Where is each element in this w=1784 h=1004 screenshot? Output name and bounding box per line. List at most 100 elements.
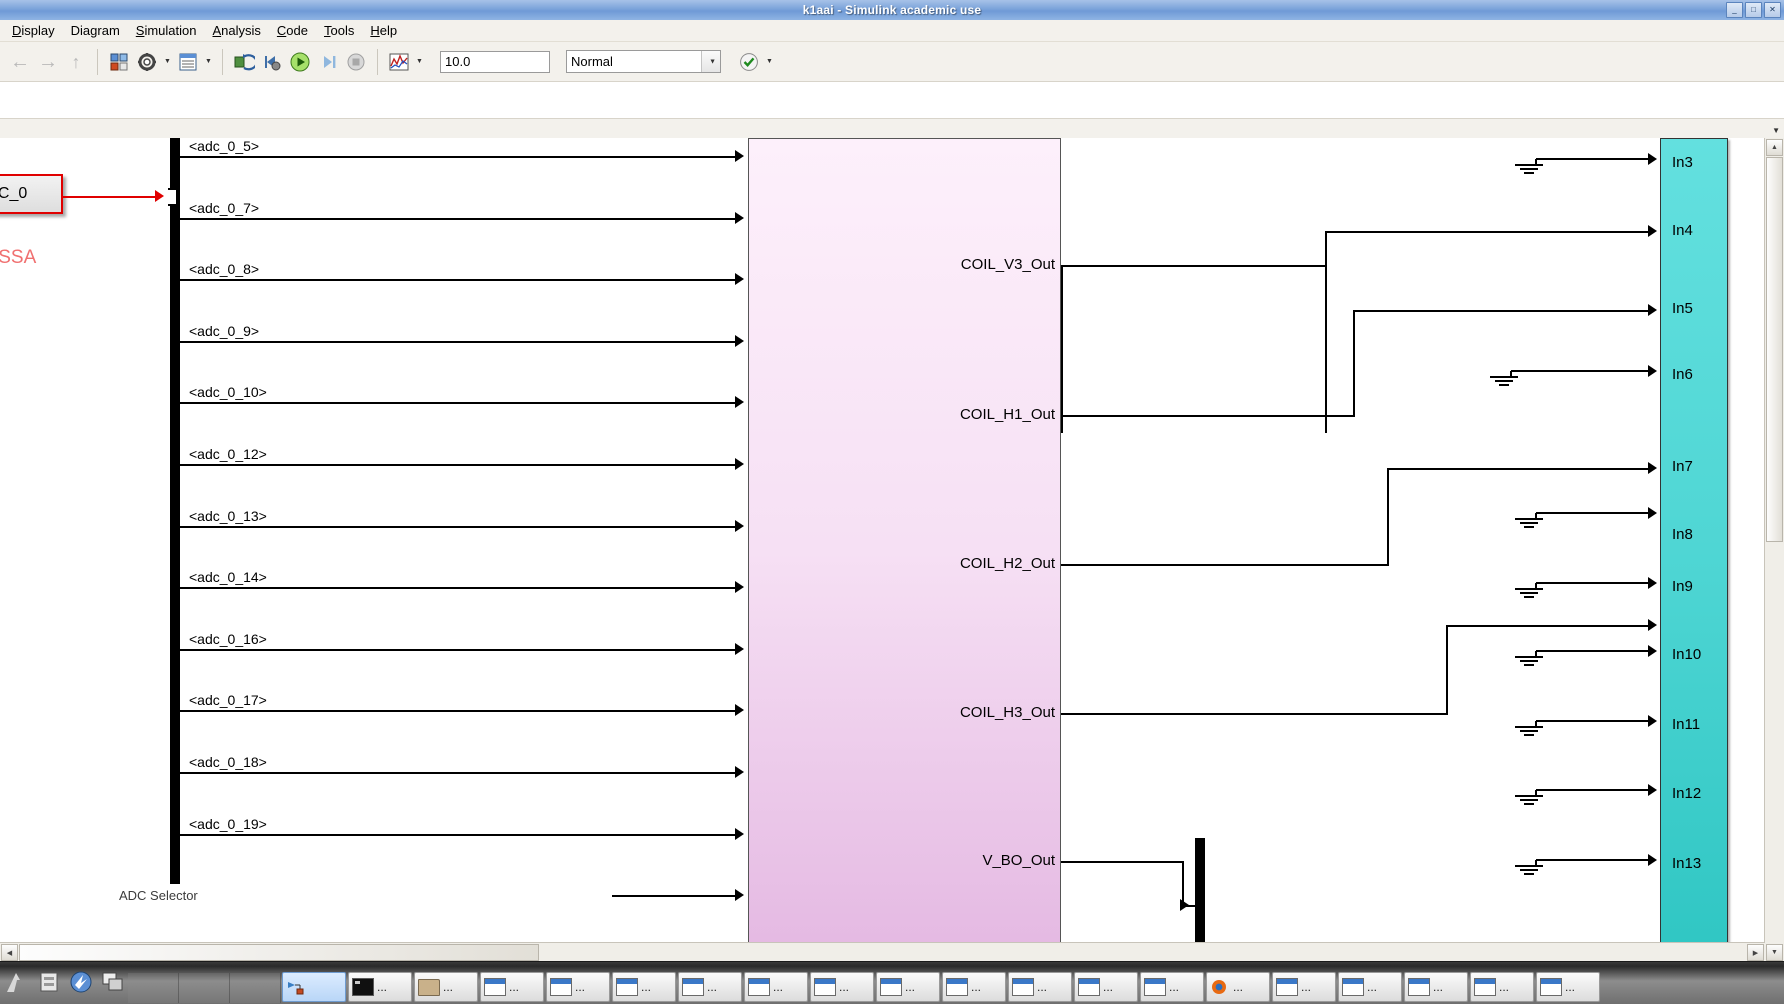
taskbar-item[interactable]: ... xyxy=(612,972,676,1002)
coil-h2-wire-to-in7[interactable] xyxy=(1387,468,1652,470)
close-button[interactable]: ✕ xyxy=(1764,2,1781,18)
taskbar-item[interactable]: ... xyxy=(1008,972,1072,1002)
simulation-data-inspector-icon[interactable] xyxy=(385,48,413,76)
web-browser-icon[interactable] xyxy=(66,967,96,997)
file-manager-icon[interactable] xyxy=(34,967,64,997)
ground-wire[interactable] xyxy=(1536,720,1652,722)
taskbar-item[interactable]: ... xyxy=(810,972,874,1002)
simulation-mode-select[interactable]: Normal ▼ xyxy=(566,50,721,73)
ground-wire[interactable] xyxy=(1511,370,1652,372)
taskbar-item[interactable]: ... xyxy=(942,972,1006,1002)
update-diagram-icon[interactable] xyxy=(230,48,258,76)
coil-h3-wire-h[interactable] xyxy=(1061,713,1448,715)
ground-symbol-icon[interactable] xyxy=(1515,513,1555,529)
vertical-scroll-thumb[interactable] xyxy=(1766,157,1783,542)
signal-wire[interactable] xyxy=(180,340,735,343)
coil-v3-wire-to-in4[interactable] xyxy=(1325,231,1652,233)
coil-h2-wire-v[interactable] xyxy=(1387,468,1389,566)
signal-wire[interactable] xyxy=(180,464,735,466)
taskbar-item[interactable]: ... xyxy=(876,972,940,1002)
taskbar-item[interactable]: ... xyxy=(1074,972,1138,1002)
taskbar-item[interactable]: ... xyxy=(744,972,808,1002)
ground-symbol-icon[interactable] xyxy=(1515,583,1555,599)
signal-wire[interactable] xyxy=(180,833,735,836)
menu-simulation[interactable]: Simulation xyxy=(128,21,205,40)
signal-wire[interactable] xyxy=(180,525,735,528)
signal-wire[interactable] xyxy=(180,402,735,405)
coil-v3-wire-v3[interactable] xyxy=(1325,231,1327,267)
menu-diagram[interactable]: Diagram xyxy=(63,21,128,40)
taskbar-item[interactable]: ... xyxy=(1536,972,1600,1002)
signal-wire[interactable] xyxy=(180,279,735,282)
coil-v3-wire-h[interactable] xyxy=(1061,265,1327,267)
coil-v3-wire-v[interactable] xyxy=(1061,267,1063,433)
model-advisor-check-icon[interactable] xyxy=(735,48,763,76)
stop-icon[interactable] xyxy=(342,48,370,76)
step-forward-icon[interactable] xyxy=(314,48,342,76)
horizontal-scrollbar[interactable]: ◀ ▶ xyxy=(0,942,1765,962)
adc-output-wire[interactable] xyxy=(63,196,158,198)
coil-h3-wire-v[interactable] xyxy=(1446,625,1448,715)
collapse-toolbar-chevron-icon[interactable]: ▼ xyxy=(1772,126,1780,135)
ground-symbol-icon[interactable] xyxy=(1515,721,1555,737)
maximize-button[interactable]: □ xyxy=(1745,2,1762,18)
taskbar-item[interactable]: ... xyxy=(546,972,610,1002)
coil-h1-wire-to-in5[interactable] xyxy=(1353,310,1652,312)
taskbar-item[interactable]: ... xyxy=(414,972,478,1002)
coil-h2-wire-h[interactable] xyxy=(1061,564,1389,566)
ground-symbol-icon[interactable] xyxy=(1515,860,1555,876)
taskbar-item[interactable]: ... xyxy=(348,972,412,1002)
ground-wire[interactable] xyxy=(1536,859,1652,861)
taskbar-item[interactable]: ... xyxy=(480,972,544,1002)
taskbar-item[interactable]: ... xyxy=(1404,972,1468,1002)
taskbar-item[interactable] xyxy=(282,972,346,1002)
taskbar-item[interactable]: ... xyxy=(1140,972,1204,1002)
scroll-up-button[interactable]: ▲ xyxy=(1766,139,1783,156)
back-arrow-icon[interactable]: ← xyxy=(6,48,34,76)
signal-wire[interactable] xyxy=(180,217,735,220)
library-browser-icon[interactable] xyxy=(105,48,133,76)
signal-wire[interactable] xyxy=(180,648,735,651)
forward-arrow-icon[interactable]: → xyxy=(34,48,62,76)
run-icon[interactable] xyxy=(286,48,314,76)
menu-code[interactable]: Code xyxy=(269,21,316,40)
signal-wire[interactable] xyxy=(180,587,735,590)
adc-selector-bus[interactable] xyxy=(170,138,180,884)
mux-block[interactable] xyxy=(1660,138,1728,962)
ground-wire[interactable] xyxy=(1536,582,1652,584)
inspector-dropdown-caret-icon[interactable]: ▼ xyxy=(413,48,426,76)
signal-wire[interactable] xyxy=(180,156,735,158)
model-configuration-gear-icon[interactable] xyxy=(133,48,161,76)
coil-h1-wire-h[interactable] xyxy=(1061,415,1355,417)
coil-h3-wire-to-in9[interactable] xyxy=(1446,625,1652,627)
up-arrow-icon[interactable]: ↑ xyxy=(62,48,90,76)
advisor-dropdown-caret-icon[interactable]: ▼ xyxy=(763,48,776,76)
taskbar-item[interactable]: ... xyxy=(1470,972,1534,1002)
signal-wire[interactable] xyxy=(612,895,735,898)
horizontal-scroll-thumb[interactable] xyxy=(19,944,539,961)
scroll-right-button[interactable]: ▶ xyxy=(1747,944,1764,961)
menu-tools[interactable]: Tools xyxy=(316,21,362,40)
minimize-button[interactable]: _ xyxy=(1726,2,1743,18)
explorer-dropdown-caret-icon[interactable]: ▼ xyxy=(202,48,215,76)
coil-v3-wire-v2[interactable] xyxy=(1325,265,1327,433)
coil-h1-wire-v[interactable] xyxy=(1353,310,1355,417)
adc-0-block[interactable]: ADC_0 xyxy=(0,174,63,214)
scroll-left-button[interactable]: ◀ xyxy=(1,944,18,961)
step-back-icon[interactable] xyxy=(258,48,286,76)
menu-display[interactable]: Display xyxy=(4,21,63,40)
taskbar-item[interactable]: ... xyxy=(1338,972,1402,1002)
ground-symbol-icon[interactable] xyxy=(1515,651,1555,667)
vertical-scrollbar[interactable]: ▲ ▼ xyxy=(1764,138,1784,962)
menu-analysis[interactable]: Analysis xyxy=(204,21,268,40)
ground-wire[interactable] xyxy=(1536,650,1652,652)
scroll-down-button[interactable]: ▼ xyxy=(1766,944,1783,961)
taskbar-item[interactable]: ... xyxy=(1272,972,1336,1002)
menu-help[interactable]: Help xyxy=(362,21,405,40)
v-bo-wire-h[interactable] xyxy=(1061,861,1184,863)
library-dropdown-caret-icon[interactable]: ▼ xyxy=(161,48,174,76)
ground-symbol-icon[interactable] xyxy=(1515,790,1555,806)
taskbar-item[interactable]: ... xyxy=(1206,972,1270,1002)
stop-time-input[interactable] xyxy=(440,50,550,73)
ground-wire[interactable] xyxy=(1536,512,1652,514)
